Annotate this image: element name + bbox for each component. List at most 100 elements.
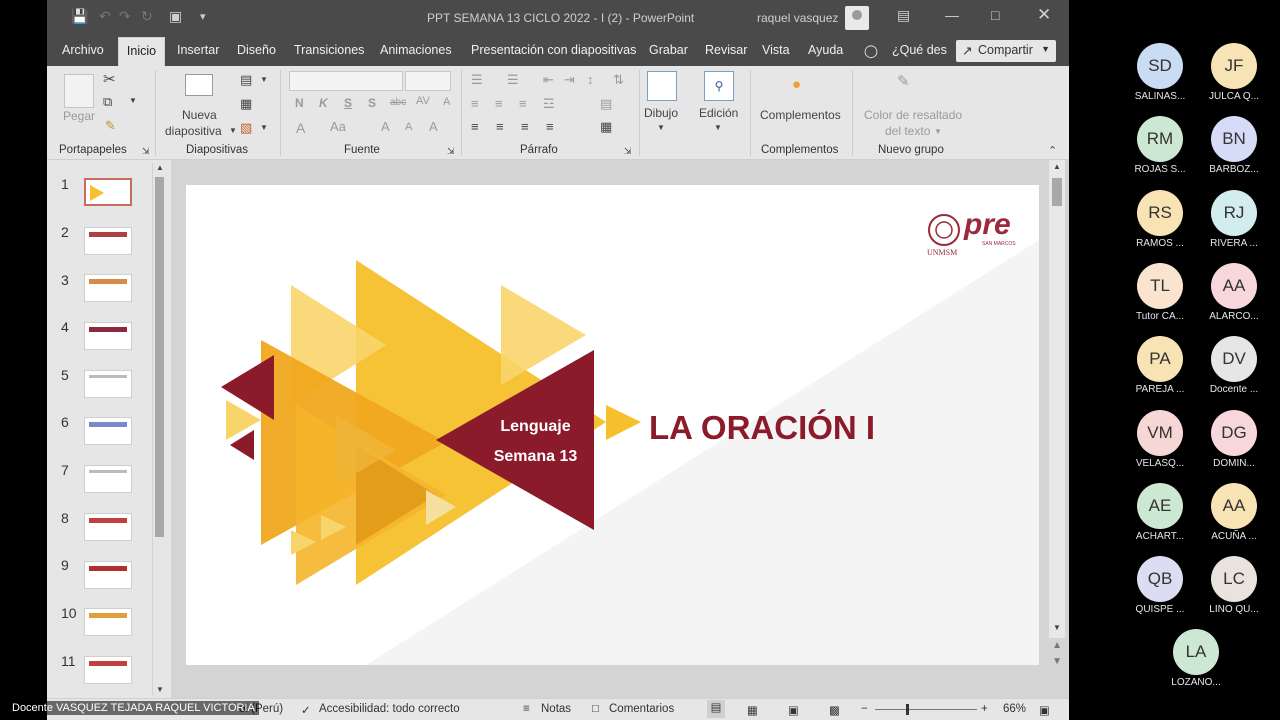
justify-center-icon[interactable]: ≡ bbox=[496, 119, 504, 134]
participant-tile[interactable]: VM VELASQ... bbox=[1120, 409, 1200, 469]
accessibility-status[interactable]: Accesibilidad: todo correcto bbox=[319, 703, 460, 715]
fit-to-window-icon[interactable]: ▣ bbox=[1039, 703, 1050, 717]
layout-dropdown-icon[interactable]: ▼ bbox=[260, 75, 268, 84]
drawing-label[interactable]: Dibujo bbox=[644, 106, 678, 120]
customize-toolbar-icon[interactable]: ▾ bbox=[200, 10, 206, 23]
minimize-button[interactable]: — bbox=[945, 7, 959, 23]
participant-tile[interactable]: DG DOMIN... bbox=[1194, 409, 1274, 469]
notes-button[interactable]: Notas bbox=[541, 703, 571, 715]
tab-inicio[interactable]: Inicio bbox=[118, 37, 165, 66]
scrollbar-thumb[interactable] bbox=[155, 177, 164, 537]
tab-animaciones[interactable]: Animaciones bbox=[380, 43, 452, 57]
decrease-indent-icon[interactable]: ⇤ bbox=[543, 72, 554, 88]
participant-tile[interactable]: RM ROJAS S... bbox=[1120, 116, 1200, 175]
zoom-level[interactable]: 66% bbox=[1003, 703, 1026, 715]
grow-font-icon[interactable]: A bbox=[381, 119, 390, 134]
save-icon[interactable]: 💾 bbox=[71, 8, 88, 25]
highlight-dropdown-icon[interactable]: ▼ bbox=[934, 127, 942, 136]
undo-icon[interactable]: ↶ bbox=[99, 8, 111, 25]
participant-tile[interactable]: SD SALINAS... bbox=[1120, 43, 1200, 102]
ribbon-display-options-icon[interactable]: ▤ bbox=[897, 7, 910, 24]
tab-archivo[interactable]: Archivo bbox=[62, 43, 104, 57]
tab-diseno[interactable]: Diseño bbox=[237, 43, 276, 57]
maximize-button[interactable]: □ bbox=[991, 7, 999, 23]
user-name[interactable]: raquel vasquez bbox=[757, 11, 838, 25]
align-text-icon[interactable]: ▤ bbox=[600, 96, 612, 112]
format-painter-icon[interactable]: ✎ bbox=[105, 118, 116, 134]
highlight-icon[interactable]: ✎ bbox=[897, 72, 910, 90]
slide-subject-block[interactable]: Lenguaje Semana 13 bbox=[473, 412, 598, 472]
slide-thumbnail-8[interactable] bbox=[84, 513, 132, 541]
thumbnails-scrollbar[interactable]: ▲ ▼ bbox=[152, 163, 166, 696]
addins-icon[interactable]: ● bbox=[792, 76, 801, 93]
zoom-out-icon[interactable]: − bbox=[861, 703, 868, 715]
font-size-combo[interactable] bbox=[405, 71, 451, 91]
participant-tile[interactable]: JF JULCA Q... bbox=[1194, 43, 1274, 102]
change-case-icon[interactable]: A bbox=[443, 96, 450, 108]
editing-label[interactable]: Edición bbox=[699, 106, 738, 120]
highlight-label-1[interactable]: Color de resaltado bbox=[864, 108, 962, 122]
participant-tile[interactable]: LC LINO QU... bbox=[1194, 556, 1274, 615]
scrollbar-thumb[interactable] bbox=[1052, 178, 1062, 206]
strikethrough-icon[interactable]: abc bbox=[390, 97, 406, 108]
section-dropdown-icon[interactable]: ▼ bbox=[260, 123, 268, 132]
accessibility-icon[interactable]: ✓ bbox=[301, 703, 311, 717]
scroll-down-icon[interactable]: ▼ bbox=[1053, 623, 1061, 632]
slide-canvas[interactable]: Lenguaje Semana 13 LA ORACIÓN I ALBERTO … bbox=[186, 185, 1039, 665]
justify-right-icon[interactable]: ≡ bbox=[521, 119, 529, 134]
align-left-icon[interactable]: ≡ bbox=[471, 96, 479, 111]
reset-icon[interactable]: ▦ bbox=[240, 96, 252, 112]
drawing-icon[interactable] bbox=[647, 71, 677, 101]
new-slide-icon[interactable] bbox=[185, 74, 213, 96]
text-effects-icon[interactable]: Aa bbox=[330, 119, 346, 134]
collapse-ribbon-icon[interactable]: ⌃ bbox=[1048, 144, 1057, 157]
slide-thumbnail-2[interactable] bbox=[84, 227, 132, 255]
close-button[interactable]: ✕ bbox=[1037, 5, 1051, 25]
next-slide-icon[interactable]: ▼ bbox=[1052, 656, 1062, 667]
layout-icon[interactable]: ▤ bbox=[240, 72, 252, 88]
scroll-down-icon[interactable]: ▼ bbox=[156, 685, 164, 694]
slide-title[interactable]: LA ORACIÓN I bbox=[649, 409, 875, 447]
user-avatar[interactable] bbox=[845, 6, 869, 30]
zoom-slider-thumb[interactable] bbox=[906, 704, 909, 715]
participant-tile[interactable]: PA PAREJA ... bbox=[1120, 336, 1200, 395]
slide-thumbnail-9[interactable] bbox=[84, 561, 132, 589]
slide-thumbnail-11[interactable] bbox=[84, 656, 132, 684]
bullets-icon[interactable]: ☰ bbox=[471, 72, 483, 88]
underline-icon[interactable]: S bbox=[344, 96, 352, 110]
slide-thumbnail-4[interactable] bbox=[84, 322, 132, 350]
zoom-in-icon[interactable]: + bbox=[981, 703, 988, 715]
repeat-icon[interactable]: ↻ bbox=[141, 8, 153, 25]
notes-icon[interactable]: ≡ bbox=[523, 703, 530, 715]
participant-tile[interactable]: AA ACUÑA ... bbox=[1194, 482, 1274, 542]
slideshow-icon[interactable]: ▩ bbox=[829, 703, 840, 717]
font-name-combo[interactable] bbox=[289, 71, 403, 91]
tab-grabar[interactable]: Grabar bbox=[649, 43, 688, 57]
tab-revisar[interactable]: Revisar bbox=[705, 43, 747, 57]
line-spacing-icon[interactable]: ↕ bbox=[587, 72, 594, 87]
align-center-icon[interactable]: ≡ bbox=[495, 96, 503, 111]
shrink-font-icon[interactable]: A bbox=[405, 121, 412, 133]
paste-label[interactable]: Pegar bbox=[63, 109, 95, 123]
font-launcher-icon[interactable]: ⇲ bbox=[447, 146, 455, 157]
slide-thumbnail-6[interactable] bbox=[84, 417, 132, 445]
participant-tile[interactable]: AE ACHART... bbox=[1120, 482, 1200, 542]
columns-icon[interactable]: ☲ bbox=[543, 96, 555, 112]
tell-me-search[interactable]: ¿Qué des bbox=[892, 43, 947, 57]
comments-button[interactable]: Comentarios bbox=[609, 703, 674, 715]
comments-icon[interactable]: □ bbox=[592, 703, 599, 715]
numbering-icon[interactable]: ☰ bbox=[507, 72, 519, 88]
participant-tile[interactable]: RJ RIVERA ... bbox=[1194, 189, 1274, 249]
new-slide-label-1[interactable]: Nueva bbox=[182, 108, 217, 122]
bold-icon[interactable]: N bbox=[295, 96, 304, 110]
italic-icon[interactable]: K bbox=[319, 96, 328, 110]
align-right-icon[interactable]: ≡ bbox=[519, 96, 527, 111]
slide-thumbnail-10[interactable] bbox=[84, 608, 132, 636]
shadow-icon[interactable]: S bbox=[368, 96, 376, 110]
share-button[interactable]: ↗ Compartir ▼ bbox=[956, 40, 1056, 62]
editor-scrollbar[interactable]: ▲ ▼ bbox=[1049, 160, 1065, 638]
paragraph-launcher-icon[interactable]: ⇲ bbox=[624, 146, 632, 157]
participant-tile[interactable]: LA LOZANO... bbox=[1156, 629, 1236, 688]
tab-transiciones[interactable]: Transiciones bbox=[294, 43, 364, 57]
copy-icon[interactable]: ⧉ bbox=[103, 94, 112, 110]
